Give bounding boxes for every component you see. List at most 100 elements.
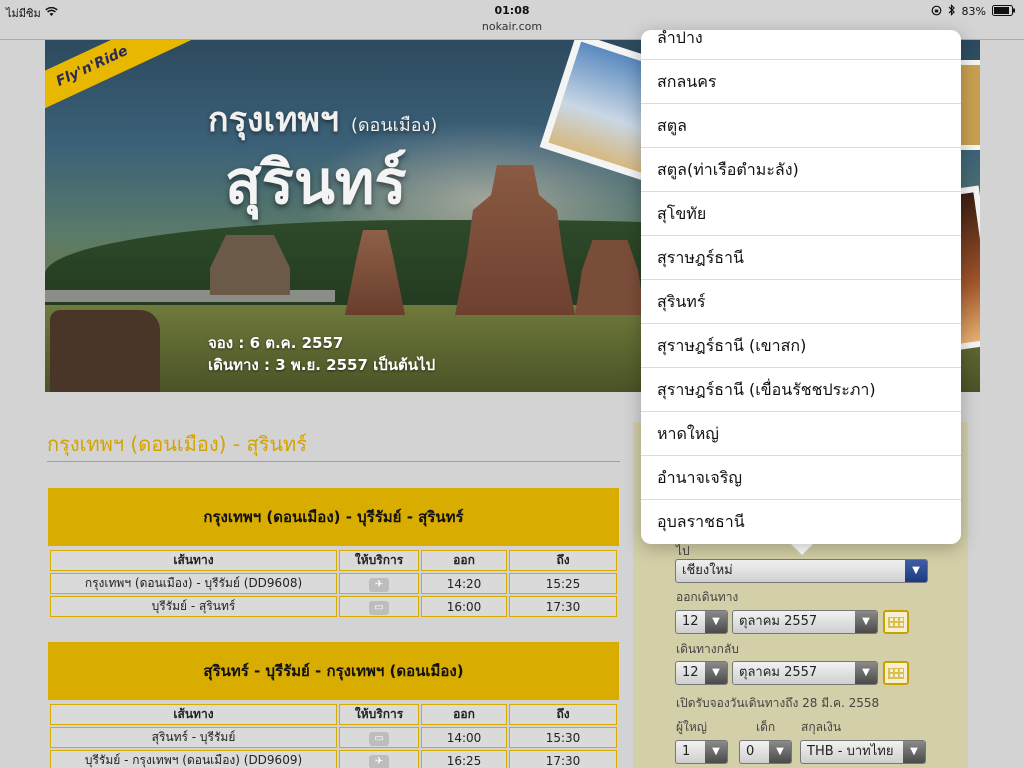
route-divider (47, 461, 620, 462)
chevron-down-icon: ▼ (705, 662, 727, 684)
battery-icon (992, 4, 1016, 19)
banner-hall (210, 235, 290, 295)
child-value: 0 (746, 744, 755, 759)
currency-select[interactable]: THB - บาทไทย ▼ (800, 740, 926, 764)
col-service: ให้บริการ (339, 550, 419, 571)
destination-picker-popover[interactable]: ลำปาง สกลนคร สตูล สตูล(ท่าเรือตำมะลัง) ส… (641, 30, 961, 544)
depart-month-value: ตุลาคม 2557 (739, 614, 818, 629)
cell-depart: 16:25 (421, 750, 507, 768)
cell-route: กรุงเทพฯ (ดอนเมือง) - บุรีรัมย์ (DD9608) (50, 573, 337, 594)
col-arrive: ถึง (509, 550, 617, 571)
option-item[interactable]: สตูล(ท่าเรือตำมะลัง) (641, 148, 961, 192)
option-item[interactable]: สุราษฎร์ธานี (641, 236, 961, 280)
option-item[interactable]: อุบลราชธานี (641, 500, 961, 544)
option-item[interactable]: อำนาจเจริญ (641, 456, 961, 500)
cell-service: ▭ (339, 727, 419, 748)
plane-icon: ✈ (369, 754, 389, 768)
currency-value: THB - บาทไทย (807, 744, 894, 759)
cell-depart: 16:00 (421, 596, 507, 617)
battery-percent: 83% (961, 5, 986, 18)
popover-list[interactable]: ลำปาง สกลนคร สตูล สตูล(ท่าเรือตำมะลัง) ส… (641, 30, 961, 544)
bluetooth-icon (948, 4, 956, 19)
depart-label: ออกเดินทาง (676, 590, 739, 604)
banner-booking-date: จอง : 6 ต.ค. 2557 (208, 334, 344, 352)
clock: 01:08 (494, 4, 530, 17)
option-item[interactable]: สกลนคร (641, 60, 961, 104)
cell-depart: 14:20 (421, 573, 507, 594)
chevron-down-icon: ▼ (705, 741, 727, 763)
currency-label: สกุลเงิน (801, 720, 842, 734)
col-route: เส้นทาง (50, 550, 337, 571)
cell-route: บุรีรัมย์ - สุรินทร์ (50, 596, 337, 617)
depart-month-select[interactable]: ตุลาคม 2557 ▼ (732, 610, 878, 634)
banner-origin-airport: (ดอนเมือง) (350, 115, 438, 136)
table-row: บุรีรัมย์ - กรุงเทพฯ (ดอนเมือง) (DD9609)… (50, 750, 617, 768)
col-route: เส้นทาง (50, 704, 337, 725)
return-label: เดินทางกลับ (676, 642, 739, 656)
bus-icon: ▭ (369, 731, 389, 746)
return-day-select[interactable]: 12 ▼ (675, 661, 728, 685)
schedule-table: เส้นทาง ให้บริการ ออก ถึง กรุงเทพฯ (ดอนเ… (48, 548, 619, 619)
schedule-title: กรุงเทพฯ (ดอนเมือง) - บุรีรัมย์ - สุรินท… (48, 488, 619, 546)
plane-icon: ✈ (369, 577, 389, 592)
table-row: กรุงเทพฯ (ดอนเมือง) - บุรีรัมย์ (DD9608)… (50, 573, 617, 594)
option-item[interactable]: สุราษฎร์ธานี (เขื่อนรัชชประภา) (641, 368, 961, 412)
table-row: สุรินทร์ - บุรีรัมย์ ▭ 14:00 15:30 (50, 727, 617, 748)
chevron-down-icon: ▼ (769, 741, 791, 763)
depart-day-value: 12 (682, 614, 699, 629)
cell-service: ✈ (339, 750, 419, 768)
cell-arrive: 15:25 (509, 573, 617, 594)
return-month-select[interactable]: ตุลาคม 2557 ▼ (732, 661, 878, 685)
col-depart: ออก (421, 550, 507, 571)
destination-select[interactable]: เชียงใหม่ ▼ (675, 559, 928, 583)
banner-fence (45, 290, 335, 302)
table-header-row: เส้นทาง ให้บริการ ออก ถึง (50, 704, 617, 725)
option-item[interactable]: สุรินทร์ (641, 280, 961, 324)
adult-select[interactable]: 1 ▼ (675, 740, 728, 764)
option-item[interactable]: ลำปาง (641, 30, 961, 60)
option-item[interactable]: หาดใหญ่ (641, 412, 961, 456)
banner-title-destination: สุรินทร์ (225, 148, 407, 218)
depart-day-select[interactable]: 12 ▼ (675, 610, 728, 634)
cell-arrive: 17:30 (509, 750, 617, 768)
cell-arrive: 17:30 (509, 596, 617, 617)
calendar-icon[interactable] (883, 610, 909, 634)
child-select[interactable]: 0 ▼ (739, 740, 792, 764)
option-item[interactable]: สุโขทัย (641, 192, 961, 236)
col-service: ให้บริการ (339, 704, 419, 725)
banner-ribbon: Fly'n'Ride (45, 40, 194, 111)
popover-pointer (790, 543, 814, 555)
option-item[interactable]: สตูล (641, 104, 961, 148)
banner-travel-date: เดินทาง : 3 พ.ย. 2557 เป็นต้นไป (208, 356, 436, 374)
table-row: บุรีรัมย์ - สุรินทร์ ▭ 16:00 17:30 (50, 596, 617, 617)
banner-dates: จอง : 6 ต.ค. 2557 เดินทาง : 3 พ.ย. 2557 … (208, 332, 435, 376)
destination-value: เชียงใหม่ (682, 563, 733, 578)
bus-icon: ▭ (369, 600, 389, 615)
cell-service: ✈ (339, 573, 419, 594)
schedule-outbound: กรุงเทพฯ (ดอนเมือง) - บุรีรัมย์ - สุรินท… (48, 488, 619, 619)
route-heading: กรุงเทพฯ (ดอนเมือง) - สุรินทร์ (47, 432, 307, 456)
banner-origin-city: กรุงเทพฯ (208, 100, 339, 140)
cell-route: บุรีรัมย์ - กรุงเทพฯ (ดอนเมือง) (DD9609) (50, 750, 337, 768)
child-label: เด็ก (756, 720, 776, 734)
banner-stone (50, 310, 160, 392)
schedule-table: เส้นทาง ให้บริการ ออก ถึง สุรินทร์ - บุร… (48, 702, 619, 768)
option-item[interactable]: สุราษฎร์ธานี (เขาสก) (641, 324, 961, 368)
table-header-row: เส้นทาง ให้บริการ ออก ถึง (50, 550, 617, 571)
cell-depart: 14:00 (421, 727, 507, 748)
adult-label: ผู้ใหญ่ (676, 720, 708, 734)
col-depart: ออก (421, 704, 507, 725)
booking-open-note: เปิดรับจองวันเดินทางถึง 28 มี.ค. 2558 (676, 696, 880, 710)
chevron-down-icon: ▼ (905, 560, 927, 582)
calendar-icon[interactable] (883, 661, 909, 685)
cell-service: ▭ (339, 596, 419, 617)
chevron-down-icon: ▼ (855, 662, 877, 684)
chevron-down-icon: ▼ (903, 741, 925, 763)
cell-route: สุรินทร์ - บุรีรัมย์ (50, 727, 337, 748)
cell-arrive: 15:30 (509, 727, 617, 748)
url-text: nokair.com (481, 20, 543, 33)
chevron-down-icon: ▼ (855, 611, 877, 633)
col-arrive: ถึง (509, 704, 617, 725)
chevron-down-icon: ▼ (705, 611, 727, 633)
schedule-title: สุรินทร์ - บุรีรัมย์ - กรุงเทพฯ (ดอนเมือ… (48, 642, 619, 700)
